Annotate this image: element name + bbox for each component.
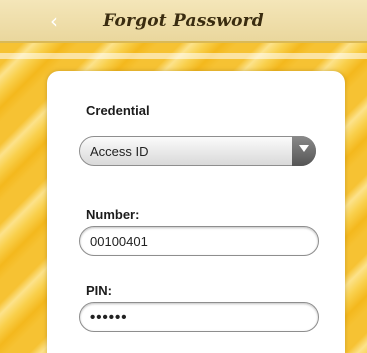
- page-title: Forgot Password: [103, 11, 264, 31]
- number-label: Number:: [86, 207, 140, 222]
- pin-field[interactable]: [79, 302, 319, 332]
- number-field[interactable]: [79, 226, 319, 256]
- credential-selected-value: Access ID: [90, 144, 149, 159]
- credential-label: Credential: [86, 103, 150, 118]
- nav-bar: ‹ Forgot Password: [0, 0, 367, 43]
- credential-select[interactable]: Access ID: [79, 136, 316, 166]
- chevron-down-icon: [299, 145, 309, 152]
- pin-label: PIN:: [86, 283, 112, 298]
